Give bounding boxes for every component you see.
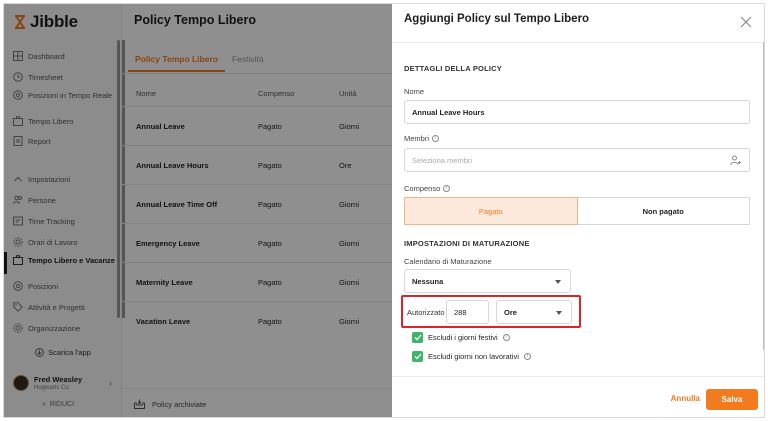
name-label: Nome [404,87,424,96]
cancel-button[interactable]: Annulla [671,394,700,403]
accrual-calendar-value: Nessuna [412,276,444,286]
accrual-calendar-label: Calendario di Maturazione [404,257,492,266]
close-icon[interactable] [740,16,752,28]
compensation-toggle: Pagato Non pagato [404,197,750,225]
save-button[interactable]: Salva [706,389,758,410]
check-icon [414,353,421,360]
paid-option[interactable]: Pagato [404,197,578,225]
policy-name-input[interactable]: Annual Leave Hours [404,100,750,124]
unpaid-option[interactable]: Non pagato [577,197,750,225]
exclude-nonworking-row[interactable]: Escludi giorni non lavorativi i [412,351,531,362]
info-icon[interactable]: i [502,334,510,341]
panel-title: Aggiungi Policy sul Tempo Libero [404,13,590,25]
app-window: Jibble Dashboard Timesheet Posizioni in … [3,3,765,418]
authorized-amount-input[interactable]: 288 [446,300,489,324]
exclude-nonworking-label: Escludi giorni non lavorativi [428,352,519,361]
checkbox-checked[interactable] [412,351,423,362]
panel-footer: Annulla Salva [392,376,764,417]
info-icon[interactable]: i [523,353,531,360]
authorized-unit-select[interactable]: Ore [496,300,572,324]
section-policy-details: DETTAGLI DELLA POLICY [404,64,502,73]
add-policy-panel: Aggiungi Policy sul Tempo Libero DETTAGL… [392,4,764,417]
modal-backdrop[interactable] [4,4,392,417]
panel-header-divider [392,42,764,43]
compensation-label-text: Compenso [404,184,441,193]
info-icon[interactable]: i [432,135,440,142]
exclude-holidays-row[interactable]: Escludi i giorni festivi i [412,332,510,343]
members-label-text: Membri [404,134,430,143]
checkbox-checked[interactable] [412,332,423,343]
info-icon[interactable]: i [443,185,451,192]
members-select[interactable]: Seleziona membri [404,148,750,172]
panel-scrollbar[interactable] [763,42,764,350]
add-member-icon [730,155,741,166]
compensation-label: Compenso i [404,184,451,193]
check-icon [414,334,421,341]
section-accrual-settings: IMPOSTAZIONI DI MATURAZIONE [404,239,530,248]
caret-down-icon [555,280,561,284]
members-placeholder: Seleziona membri [412,155,473,165]
accrual-calendar-label-text: Calendario di Maturazione [404,257,492,266]
exclude-holidays-label: Escludi i giorni festivi [428,333,498,342]
name-label-text: Nome [404,87,425,96]
accrual-calendar-select[interactable]: Nessuna [404,269,571,293]
caret-down-icon [556,311,562,315]
authorized-unit-value: Ore [504,307,517,317]
members-label: Membri i [404,134,440,143]
authorized-label: Autorizzato [407,308,445,317]
